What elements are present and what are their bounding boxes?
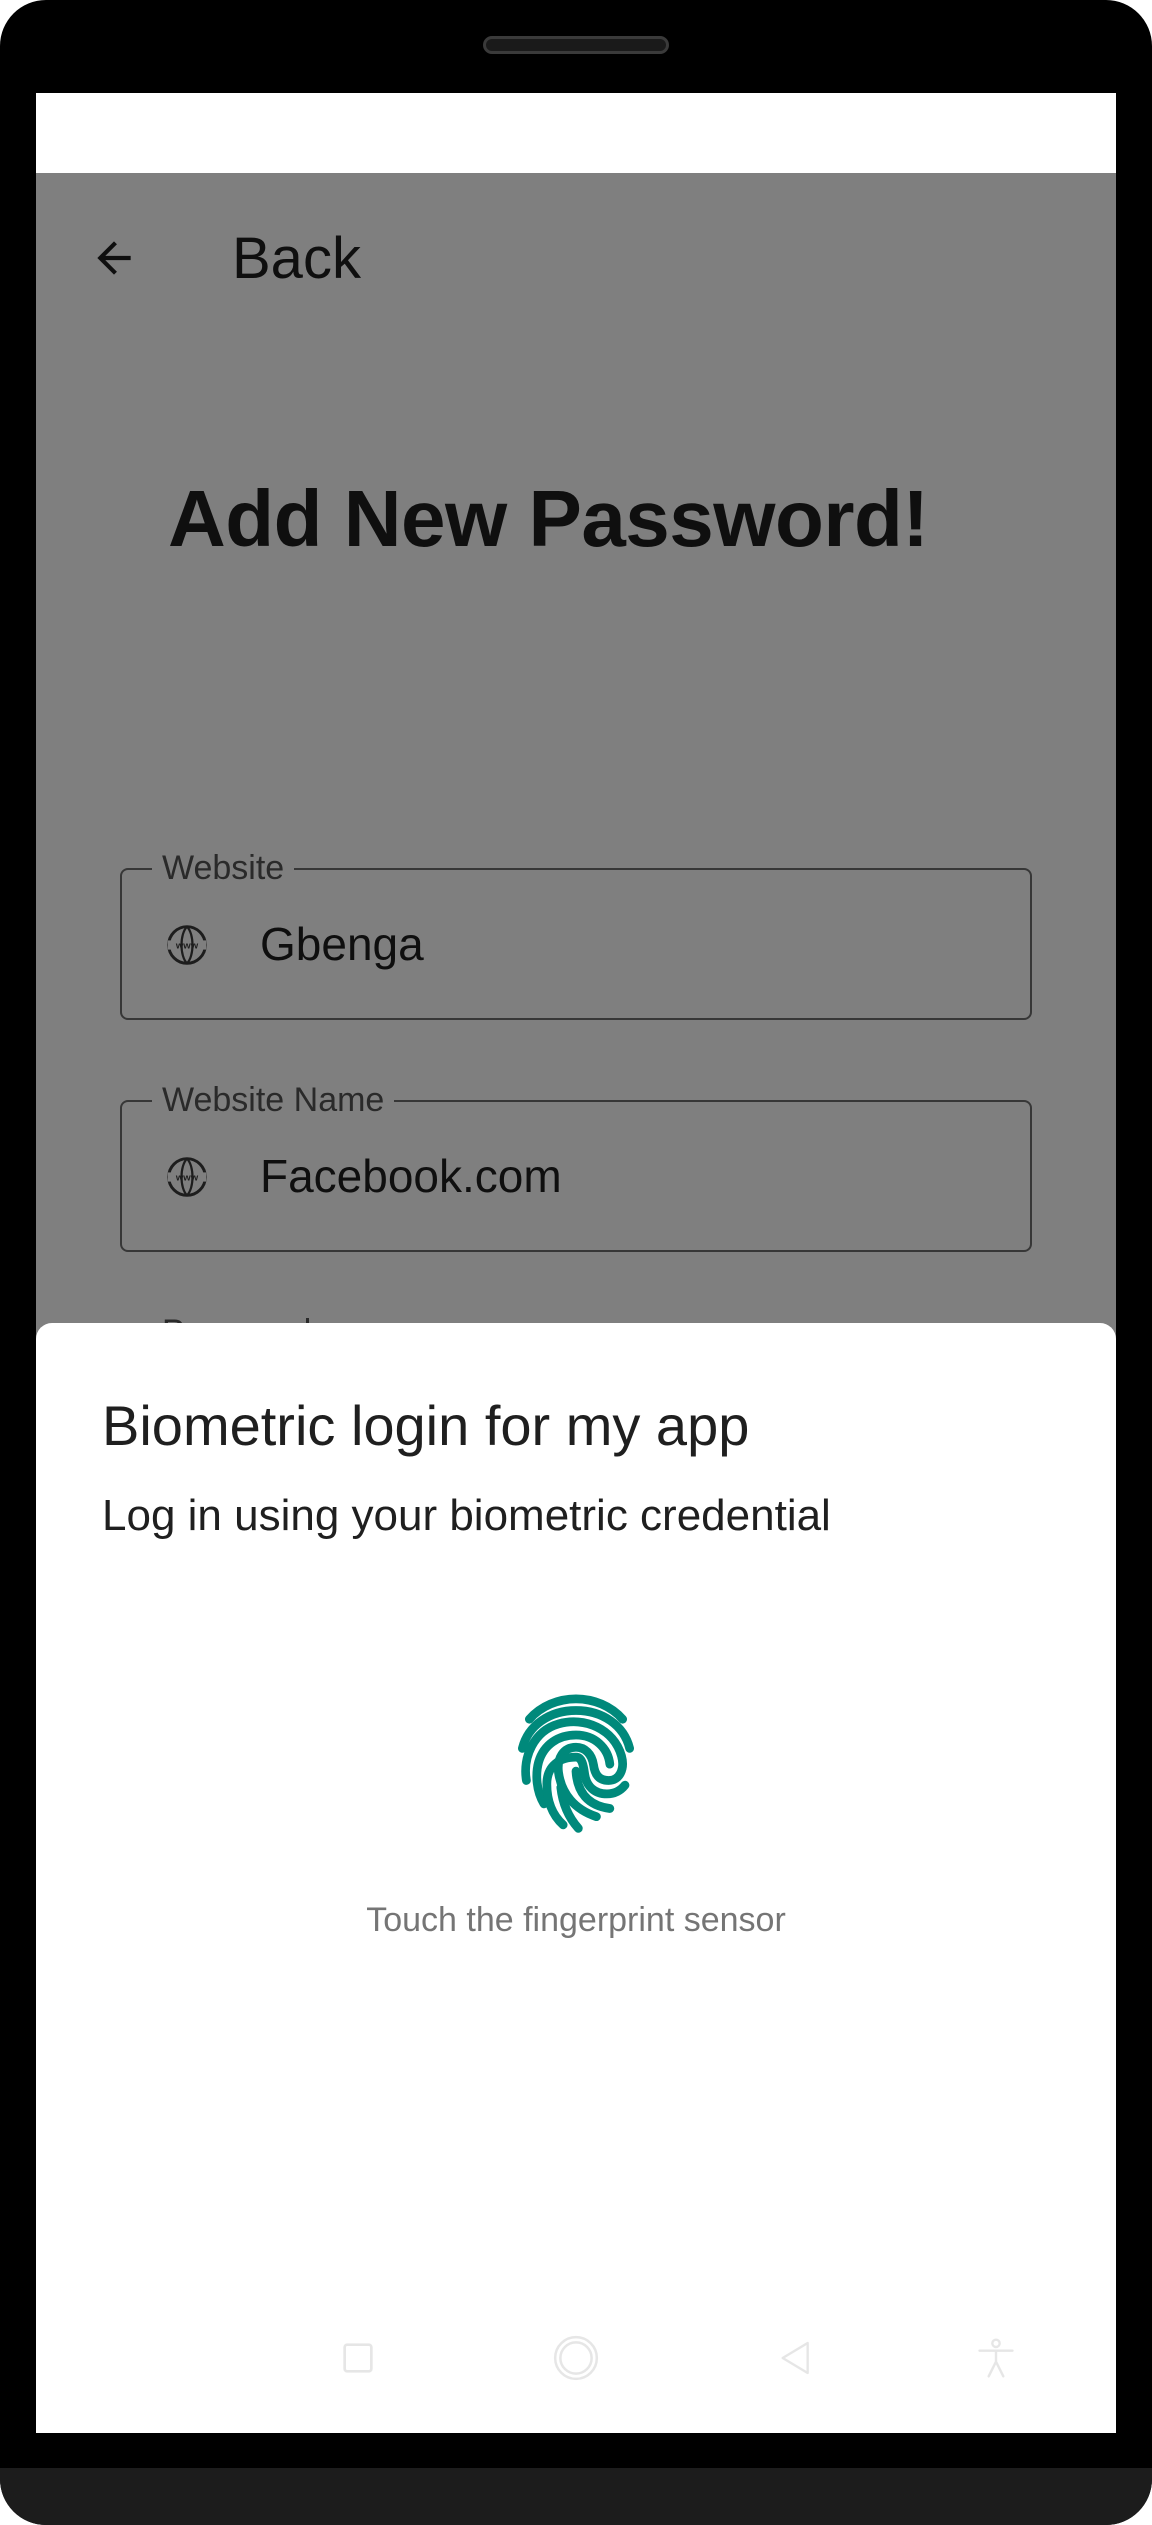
device-bottom-bezel [0, 2468, 1152, 2525]
fingerprint-icon [506, 1683, 646, 1843]
recents-icon[interactable] [333, 2333, 383, 2383]
system-navigation-bar [36, 2303, 1116, 2413]
fingerprint-hint: Touch the fingerprint sensor [366, 1901, 786, 1939]
screen: Back Add New Password! Website www Gbeng… [36, 93, 1116, 2433]
back-icon[interactable] [771, 2333, 821, 2383]
phone-frame: Back Add New Password! Website www Gbeng… [0, 0, 1152, 2525]
home-icon[interactable] [551, 2333, 601, 2383]
accessibility-icon[interactable] [971, 2333, 1021, 2383]
earpiece-speaker [483, 36, 669, 54]
biometric-title: Biometric login for my app [102, 1394, 750, 1457]
biometric-subtitle: Log in using your biometric credential [102, 1491, 831, 1540]
biometric-prompt-sheet: Biometric login for my app Log in using … [36, 1323, 1116, 2433]
status-bar [36, 93, 1116, 173]
